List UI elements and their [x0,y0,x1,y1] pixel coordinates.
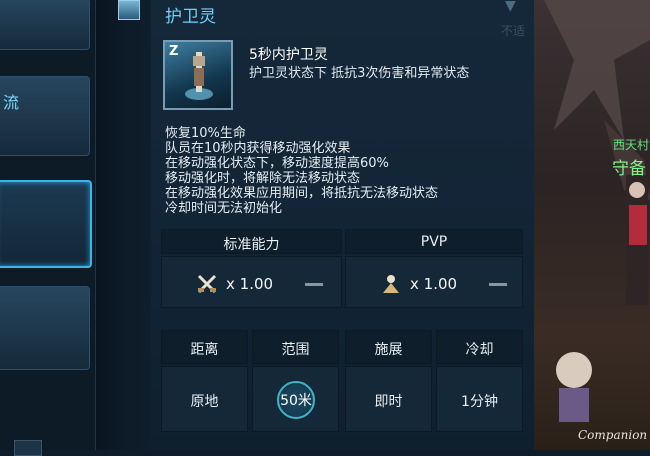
attr-value-label: 1分钟 [461,394,498,410]
attr-header-cast: 施展 [345,330,432,364]
chevron-down-icon[interactable]: ▼ [505,0,516,14]
range-circle-badge: 50米 [277,381,315,419]
attr-value-label: 原地 [190,394,219,410]
skill-hotkey: Z [169,44,179,59]
crossed-swords-icon [197,274,217,294]
skill-icon: Z [163,40,233,110]
companion-watermark: Companion [578,428,648,442]
attr-range-value: 50米 [280,393,312,409]
npc-title: 西天村 [613,138,650,152]
attr-header-label: 距离 [190,342,219,358]
game-scene [534,0,650,450]
skill-list-item[interactable]: 流 [0,76,90,156]
faded-label: 不适 [501,24,526,38]
skill-list-item[interactable] [0,0,90,50]
guardian-spirit-icon [185,52,213,100]
skill-list-item[interactable] [0,286,90,370]
attr-header-distance: 距离 [161,330,248,364]
skill-subtitle: 护卫灵状态下 抵抗3次伤害和异常状态 [249,66,470,81]
stat-standard-value: x 1.00 [226,275,274,293]
skill-small-icon [118,0,140,20]
skill-list-item-selected[interactable] [0,180,92,268]
attr-value-label: 即时 [374,394,403,410]
panel-divider [95,0,152,450]
skill-description: 恢复10%生命 队员在10秒内获得移动强化效果 在移动强化状态下，移动速度提高6… [165,126,438,216]
stat-header-pvp: PVP [345,229,523,254]
description-line: 冷却时间无法初始化 [165,201,283,216]
skill-list-panel: 流 [0,0,95,456]
skill-name: 5秒内护卫灵 [249,47,328,63]
scene-background-art [544,0,650,422]
description-line: 在移动强化效果应用期间，将抵抗无法移动状态 [165,186,439,201]
skill-detail-panel: 护卫灵 ▼ 不适 Z 5秒内护卫灵 护卫灵状态下 抵抗3次伤害和异常状态 恢复1… [151,0,534,450]
description-line: 移动强化时，将解除无法移动状态 [165,171,361,186]
stat-pvp-value: x 1.00 [410,275,458,293]
attr-value-distance: 原地 [161,366,248,432]
stat-pvp-cell: x 1.00 [345,256,523,308]
description-line: 恢复10%生命 [165,126,246,141]
npc-name: 守备 [612,159,646,179]
stat-header-standard: 标准能力 [161,229,342,254]
attr-value-cast: 即时 [345,366,432,432]
attr-header-range: 范围 [252,330,339,364]
description-line: 在移动强化状态下，移动速度提高60% [165,156,389,171]
dash-indicator [489,282,508,286]
attr-value-cooldown: 1分钟 [436,366,523,432]
pvp-figure-icon [383,275,399,293]
panel-title: 护卫灵 [165,7,216,27]
attr-header-label: 施展 [374,342,403,358]
stat-header-label: 标准能力 [223,237,280,253]
skill-list-item-label: 流 [3,93,20,112]
keybind-icon[interactable] [14,440,42,456]
attr-header-label: 范围 [281,342,310,358]
stat-standard-cell: x 1.00 [161,256,342,308]
stat-header-label: PVP [420,234,448,250]
attr-header-label: 冷却 [465,342,494,358]
description-line: 队员在10秒内获得移动强化效果 [165,141,351,156]
dash-indicator [305,282,324,286]
attr-header-cooldown: 冷却 [436,330,523,364]
